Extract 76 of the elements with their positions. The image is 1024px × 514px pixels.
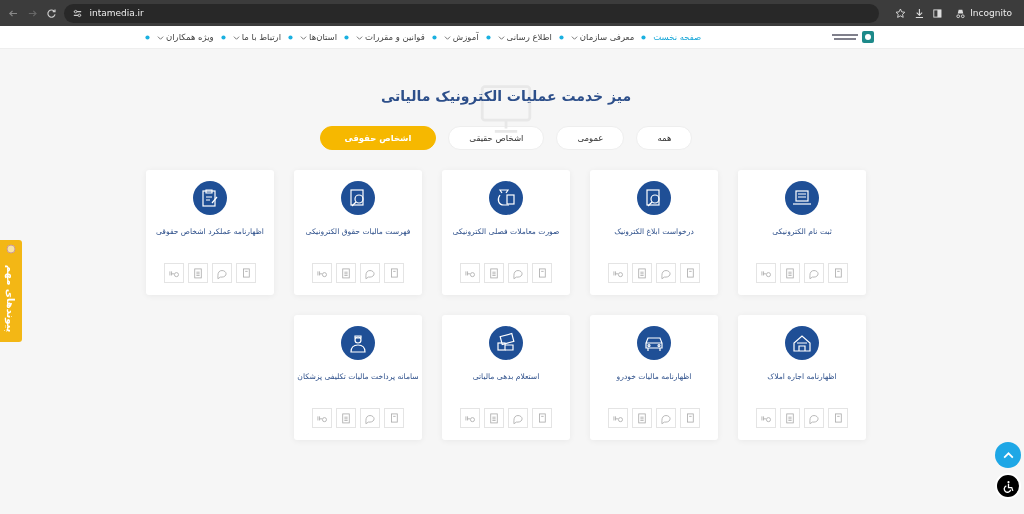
chat-icon[interactable] [508,408,528,428]
wheelchair-icon [1001,479,1015,493]
manual-icon[interactable] [384,408,404,428]
search-icon [341,181,375,215]
site-settings-icon[interactable] [72,7,84,19]
clipboard-icon[interactable] [336,408,356,428]
manual-icon[interactable] [384,263,404,283]
nav-link[interactable]: استان‌ها [300,32,338,42]
side-panel-icon[interactable] [932,7,944,19]
info-icon[interactable] [164,263,184,283]
star-icon[interactable] [894,7,906,19]
chat-icon[interactable] [804,263,824,283]
clipboard-icon[interactable] [188,263,208,283]
info-icon[interactable] [756,408,776,428]
chat-icon[interactable] [656,408,676,428]
incognito-badge[interactable]: Incognito [951,7,1016,19]
nav-dot-icon [288,34,294,40]
clipboard-icon[interactable] [632,408,652,428]
incognito-icon [955,7,967,19]
scroll-top-button[interactable] [995,442,1021,468]
gear-icon [5,243,17,255]
manual-icon[interactable] [532,408,552,428]
doctor-icon [341,326,375,360]
chat-icon[interactable] [508,263,528,283]
nav-dot-icon [220,34,226,40]
manual-icon[interactable] [532,263,552,283]
laptop-icon [785,181,819,215]
chat-icon[interactable] [212,263,232,283]
nav-dot-icon [641,34,647,40]
accessibility-button[interactable] [995,473,1021,499]
nav-dot-icon [431,34,437,40]
nav-dot-icon [344,34,350,40]
chat-icon[interactable] [804,408,824,428]
manual-icon[interactable] [680,263,700,283]
nav-dot-icon [558,34,564,40]
info-icon[interactable] [312,263,332,283]
manual-icon[interactable] [680,408,700,428]
filter-tab[interactable]: همه [636,126,693,150]
info-icon[interactable] [608,408,628,428]
filter-tab[interactable]: عمومی [556,126,625,150]
nav-link[interactable]: ارتباط با ما [232,32,282,42]
manual-icon[interactable] [236,263,256,283]
download-icon[interactable] [913,7,925,19]
clipboard-icon[interactable] [336,263,356,283]
clipboard-icon[interactable] [780,263,800,283]
nav-dot-icon [485,34,491,40]
chat-icon[interactable] [656,263,676,283]
reload-icon[interactable] [45,7,57,19]
nav-link[interactable]: قوانین و مقررات [356,32,425,42]
cash-icon [489,326,523,360]
car-icon [637,326,671,360]
filter-tab[interactable]: اشخاص حقیقی [448,126,545,150]
info-icon[interactable] [312,408,332,428]
nav-dot-icon [145,34,150,40]
info-icon[interactable] [756,263,776,283]
search-icon [637,181,671,215]
page-heading: میز خدمت عملیات الکترونیک مالیاتی [380,87,632,107]
clipboard-icon[interactable] [484,408,504,428]
nav-link[interactable]: آموزش [443,32,479,42]
nav-link[interactable]: معرفی سازمان [570,32,635,42]
nav-link[interactable]: اطلاع رسانی [497,32,552,42]
clipboard-icon[interactable] [780,408,800,428]
info-icon[interactable] [460,408,480,428]
nav-link[interactable]: ویژه همکاران [157,32,214,42]
info-icon[interactable] [608,263,628,283]
chat-icon[interactable] [360,263,380,283]
address-bar[interactable]: intamedia.ir [64,3,879,23]
manual-icon[interactable] [828,263,848,283]
clipboard-icon[interactable] [484,263,504,283]
form-icon [193,181,227,215]
info-icon[interactable] [460,263,480,283]
logo-icon[interactable] [830,30,874,44]
clipboard-icon[interactable] [632,263,652,283]
chat-icon[interactable] [360,408,380,428]
house-icon [785,326,819,360]
manual-icon[interactable] [828,408,848,428]
